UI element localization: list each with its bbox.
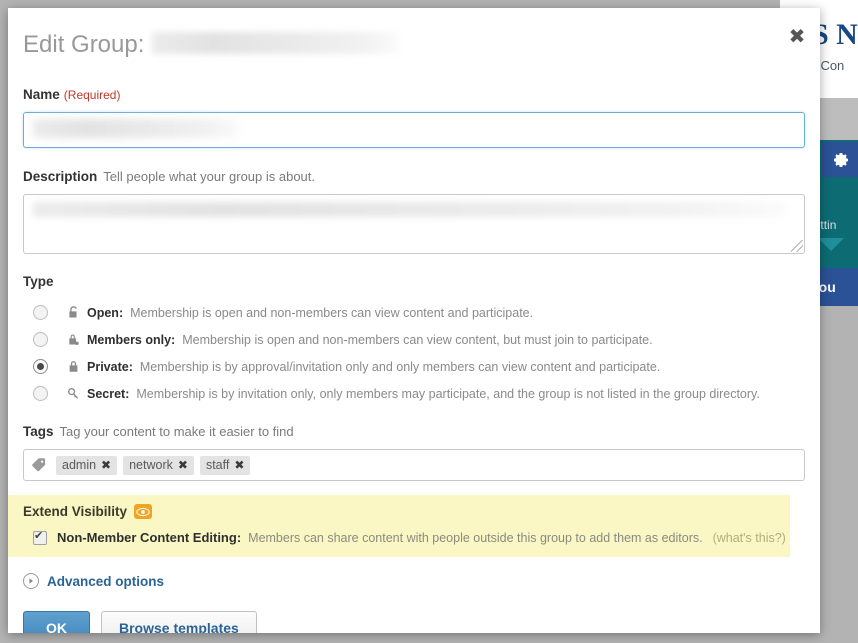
tags-hint: Tag your content to make it easier to fi… [60,424,294,439]
name-field-group: Name (Required) [8,86,820,148]
tag-label: network [129,458,173,472]
type-option-open[interactable]: Open: Membership is open and non-members… [23,299,805,326]
type-field-group: Type Open: Membership is open and non-me… [8,274,820,407]
whats-this-link[interactable]: (what's this?) [713,531,786,545]
dropdown-caret-icon [818,238,844,251]
tag-remove-icon[interactable]: ✖ [234,458,244,472]
type-name-members-only: Members only: [87,333,175,347]
space-settings-gear-button[interactable] [821,142,858,177]
non-member-editing-label: Non-Member Content Editing: [57,530,241,545]
tags-field-group: Tags Tag your content to make it easier t… [8,423,820,481]
browse-templates-button[interactable]: Browse templates [101,611,257,633]
description-label-row: Description Tell people what your group i… [23,168,805,186]
type-name-private: Private: [87,360,133,374]
type-desc-members-only: Membership is open and non-members can v… [182,333,652,347]
radio-open[interactable] [33,305,48,320]
type-name-open: Open: [87,306,123,320]
tag-remove-icon[interactable]: ✖ [178,458,188,472]
tags-label: Tags [23,424,54,439]
description-label: Description [23,169,97,184]
tags-label-row: Tags Tag your content to make it easier t… [23,423,805,441]
type-desc-open: Membership is open and non-members can v… [130,306,533,320]
tag-remove-icon[interactable]: ✖ [101,458,111,472]
name-input[interactable] [23,112,805,148]
non-member-editing-option[interactable]: Non-Member Content Editing: Members can … [23,530,775,545]
close-icon[interactable]: ✖ [786,25,808,47]
name-value-redacted [33,119,239,138]
edit-group-dialog: ✖ Edit Group: Name (Required) Description… [8,8,820,633]
radio-secret[interactable] [33,386,48,401]
advanced-options-label: Advanced options [47,574,164,589]
dialog-title-group-name-redacted [152,32,398,54]
locked-padlock-icon [65,360,81,374]
description-value-redacted [33,202,785,217]
eye-icon [134,504,152,519]
dialog-form: Name (Required) Description Tell people wh… [8,72,820,633]
padlock-members-icon [65,333,81,347]
description-textarea[interactable] [23,194,805,254]
tag-chip[interactable]: network ✖ [123,456,194,475]
name-required-marker: (Required) [64,88,121,102]
tag-chip[interactable]: staff ✖ [200,456,250,475]
tag-label: admin [62,458,96,472]
tag-icon [31,457,48,473]
dialog-title: Edit Group: [23,30,398,59]
tag-chip[interactable]: admin ✖ [56,456,117,475]
description-field-group: Description Tell people what your group i… [8,168,820,254]
type-desc-private: Membership is by approval/invitation onl… [140,360,660,374]
expand-triangle-icon [23,573,39,589]
extend-visibility-header: Extend Visibility [23,504,775,519]
type-name-secret: Secret: [87,387,129,401]
radio-members-only[interactable] [33,332,48,347]
type-option-members-only[interactable]: Members only: Membership is open and non… [23,326,805,353]
type-desc-secret: Membership is by invitation only, only m… [136,387,759,401]
unlocked-padlock-icon [65,306,81,320]
type-label: Type [23,274,805,289]
type-option-private[interactable]: Private: Membership is by approval/invit… [23,353,805,380]
type-option-secret[interactable]: Secret: Membership is by invitation only… [23,380,805,407]
extend-visibility-heading: Extend Visibility [23,504,127,519]
ok-button[interactable]: OK [23,611,90,633]
tag-label: staff [206,458,229,472]
tags-input[interactable]: admin ✖ network ✖ staff ✖ [23,449,805,481]
resize-handle-icon[interactable] [791,240,803,252]
radio-private[interactable] [33,359,48,374]
non-member-editing-checkbox[interactable] [33,531,47,545]
dialog-title-prefix: Edit Group: [23,31,144,59]
gear-icon [831,150,851,170]
name-label: Name [23,87,60,102]
type-options-list: Open: Membership is open and non-members… [23,299,805,407]
extend-visibility-section: Extend Visibility Non-Member Content Edi… [8,495,790,557]
name-label-row: Name (Required) [23,86,805,104]
description-hint: Tell people what your group is about. [103,169,315,184]
dialog-button-row: OK Browse templates [8,611,820,633]
key-icon [65,387,81,401]
advanced-options-toggle[interactable]: Advanced options [8,573,820,589]
non-member-editing-description: Members can share content with people ou… [248,531,702,545]
